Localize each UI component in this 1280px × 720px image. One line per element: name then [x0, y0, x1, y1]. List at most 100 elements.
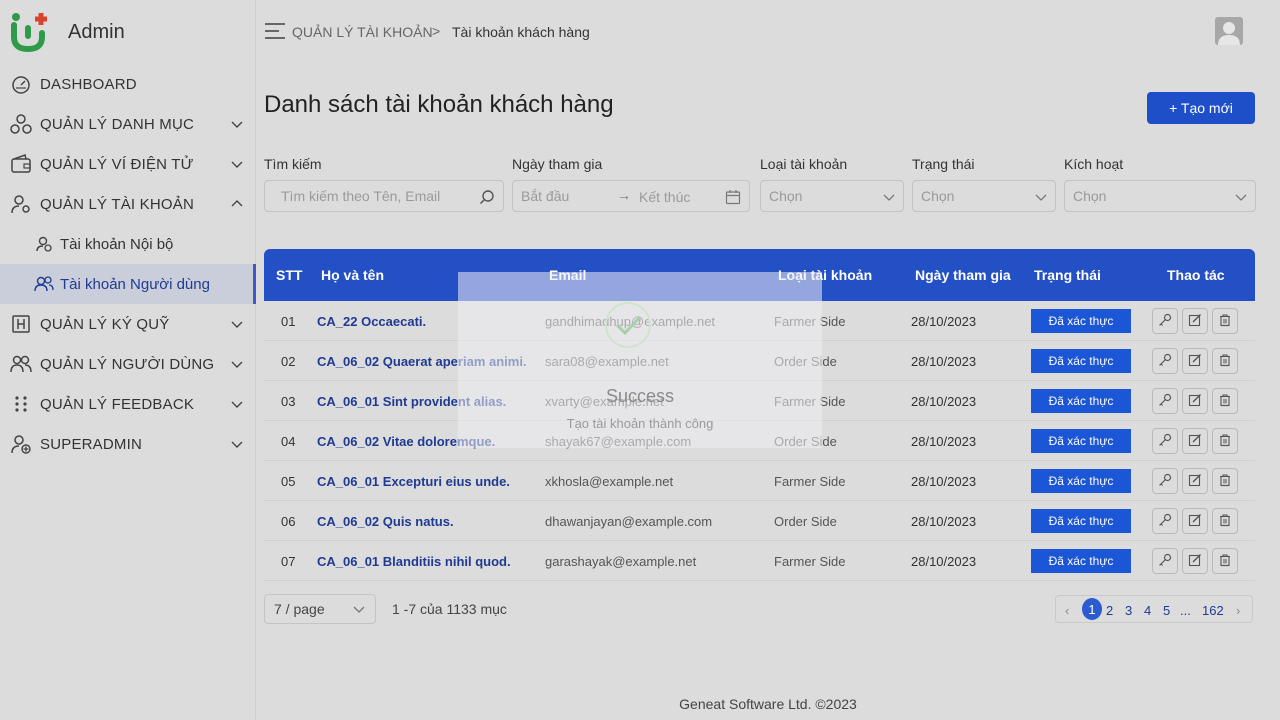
search-input[interactable]: Tìm kiếm theo Tên, Email [264, 180, 504, 212]
delete-button[interactable] [1212, 428, 1238, 454]
chevron-down-icon [883, 194, 895, 201]
create-button[interactable]: + Tạo mới [1147, 92, 1255, 124]
email-cell: garashayak@example.net [545, 554, 697, 569]
brand: Admin [0, 0, 255, 64]
account-type-select[interactable]: Chọn [760, 180, 904, 212]
edit-button[interactable] [1182, 308, 1208, 334]
edit-button[interactable] [1182, 428, 1208, 454]
edit-icon [1188, 473, 1202, 490]
active-label: Kích hoạt [1064, 156, 1124, 172]
join-date-cell: 28/10/2023 [911, 554, 977, 569]
arrow-right-icon: → [617, 187, 631, 203]
footer: Geneat Software Ltd. ©2023 [256, 688, 1280, 720]
sidebar-item-superadmin[interactable]: SUPERADMIN [0, 424, 256, 464]
user-gear-icon [10, 193, 32, 215]
edit-icon [1188, 553, 1202, 570]
key-icon [1158, 553, 1172, 570]
delete-button[interactable] [1212, 548, 1238, 574]
customer-name-link[interactable]: CA_06_01 Blanditiis nihil quod. [317, 554, 511, 569]
table-row: 05 CA_06_01 Excepturi eius unde. xkhosla@e… [264, 461, 1255, 501]
sidebar-item-nguoi-dung[interactable]: QUẢN LÝ NGƯỜI DÙNG [0, 344, 256, 384]
chevron-down-icon [231, 401, 243, 408]
sidebar-item-vi-dien-tu[interactable]: QUẢN LÝ VÍ ĐIỆN TỬ [0, 144, 256, 184]
page-item[interactable]: 3 [1125, 603, 1132, 618]
page-size-value: 7 / page [274, 601, 325, 617]
page-item[interactable]: 4 [1144, 603, 1151, 618]
status-badge: Đã xác thực [1031, 549, 1131, 573]
key-icon [1158, 473, 1172, 490]
reset-password-button[interactable] [1152, 508, 1178, 534]
date-range-picker[interactable]: Bắt đầu → Kết thúc [512, 180, 750, 212]
join-date-cell: 28/10/2023 [911, 354, 977, 369]
check-circle-icon [605, 302, 651, 348]
edit-button[interactable] [1182, 348, 1208, 374]
row-index: 05 [281, 474, 296, 489]
reset-password-button[interactable] [1152, 428, 1178, 454]
column-header: Thao tác [1167, 267, 1225, 283]
edit-button[interactable] [1182, 388, 1208, 414]
key-icon [1158, 393, 1172, 410]
sidebar-item-label: QUẢN LÝ VÍ ĐIỆN TỬ [40, 155, 194, 173]
breadcrumb-parent[interactable]: QUẢN LÝ TÀI KHOẢN [292, 24, 433, 40]
active-select[interactable]: Chọn [1064, 180, 1256, 212]
chevron-down-icon [231, 321, 243, 328]
page-item[interactable]: 5 [1163, 603, 1170, 618]
search-icon[interactable] [479, 189, 495, 205]
page-title: Danh sách tài khoản khách hàng [264, 91, 614, 118]
menu-toggle-icon[interactable] [264, 21, 286, 41]
trash-icon [1218, 553, 1232, 570]
account-type-label: Loại tài khoản [760, 156, 848, 172]
delete-button[interactable] [1212, 308, 1238, 334]
customer-name-link[interactable]: CA_06_02 Quis natus. [317, 514, 454, 529]
sidebar-item-ky-quy[interactable]: QUẢN LÝ KÝ QUỸ [0, 304, 256, 344]
page-item-current[interactable]: 1 [1082, 598, 1102, 620]
page-size-select[interactable]: 7 / page [264, 594, 376, 624]
row-index: 04 [281, 434, 296, 449]
sidebar-item-feedback[interactable]: QUẢN LÝ FEEDBACK [0, 384, 256, 424]
wallet-icon [10, 153, 32, 175]
edit-button[interactable] [1182, 508, 1208, 534]
chevron-down-icon [353, 606, 365, 613]
page-item[interactable]: 162 [1202, 603, 1224, 618]
delete-button[interactable] [1212, 348, 1238, 374]
customer-name-link[interactable]: CA_06_01 Excepturi eius unde. [317, 474, 510, 489]
reset-password-button[interactable] [1152, 308, 1178, 334]
sidebar-subitem-nguoi-dung[interactable]: Tài khoản Người dùng [0, 264, 256, 304]
column-header: Họ và tên [321, 267, 385, 283]
email-cell: xkhosla@example.net [545, 474, 674, 489]
row-index: 01 [281, 314, 296, 329]
sidebar-item-dashboard[interactable]: DASHBOARD [0, 64, 256, 104]
reset-password-button[interactable] [1152, 348, 1178, 374]
sidebar-item-tai-khoan[interactable]: QUẢN LÝ TÀI KHOẢN [0, 184, 256, 224]
customer-name-link[interactable]: CA_22 Occaecati. [317, 314, 426, 329]
status-badge: Đã xác thực [1031, 509, 1131, 533]
edit-button[interactable] [1182, 548, 1208, 574]
delete-button[interactable] [1212, 468, 1238, 494]
table-row: 06 CA_06_02 Quis natus. dhawanjayan@exampl… [264, 501, 1255, 541]
avatar[interactable] [1215, 17, 1243, 45]
date-end-placeholder: Kết thúc [639, 189, 691, 205]
prev-page-icon[interactable]: ‹ [1065, 603, 1069, 618]
users-icon [34, 274, 54, 294]
pagination: ‹ 1 2 3 4 5 ... 162 › [1055, 595, 1253, 623]
edit-icon [1188, 393, 1202, 410]
category-icon [10, 113, 32, 135]
account-type-value: Chọn [769, 188, 803, 204]
delete-button[interactable] [1212, 388, 1238, 414]
sidebar-subitem-noi-bo[interactable]: Tài khoản Nội bộ [0, 224, 256, 264]
chevron-down-icon [1235, 194, 1247, 201]
toast-message: Tạo tài khoản thành công [566, 416, 714, 431]
page-ellipsis[interactable]: ... [1180, 603, 1191, 618]
reset-password-button[interactable] [1152, 468, 1178, 494]
reset-password-button[interactable] [1152, 548, 1178, 574]
calendar-icon [725, 190, 741, 205]
sidebar-item-label: QUẢN LÝ KÝ QUỸ [40, 315, 170, 333]
next-page-icon[interactable]: › [1236, 603, 1240, 618]
status-select[interactable]: Chọn [912, 180, 1056, 212]
page-item[interactable]: 2 [1106, 603, 1113, 618]
sidebar-item-danh-muc[interactable]: QUẢN LÝ DANH MỤC [0, 104, 256, 144]
edit-button[interactable] [1182, 468, 1208, 494]
reset-password-button[interactable] [1152, 388, 1178, 414]
trash-icon [1218, 353, 1232, 370]
delete-button[interactable] [1212, 508, 1238, 534]
